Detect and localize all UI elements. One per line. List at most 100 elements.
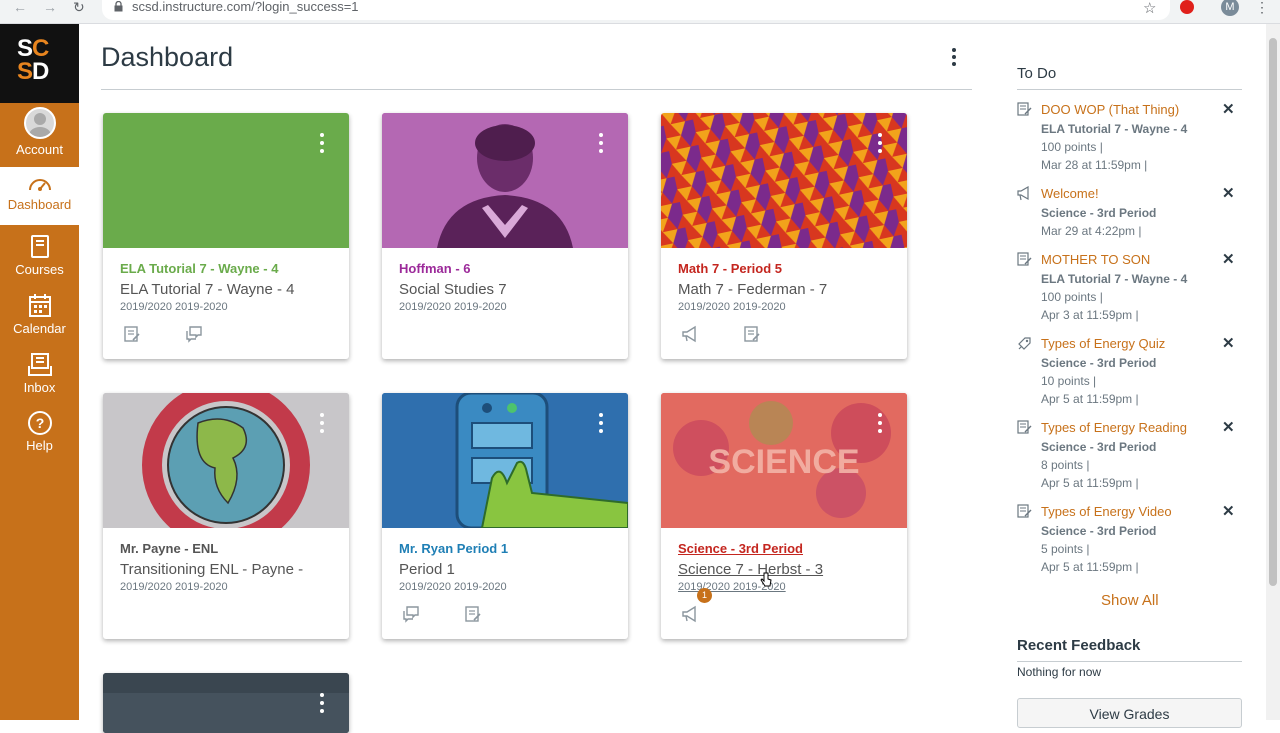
reload-icon[interactable]: ↻ bbox=[73, 0, 85, 18]
dismiss-icon[interactable]: ✕ bbox=[1222, 418, 1235, 436]
course-name[interactable]: Math 7 - Federman - 7 bbox=[678, 281, 827, 298]
course-card-hero[interactable] bbox=[382, 113, 628, 248]
assignments-icon[interactable] bbox=[743, 325, 761, 343]
course-card-hero[interactable] bbox=[103, 113, 349, 248]
todo-course: ELA Tutorial 7 - Wayne - 4 bbox=[1041, 272, 1188, 286]
nav-inbox[interactable]: Inbox bbox=[0, 352, 79, 408]
nav-calendar[interactable]: Calendar bbox=[0, 293, 79, 349]
course-card[interactable]: ELA Tutorial 7 - Wayne - 4 ELA Tutorial … bbox=[103, 113, 349, 359]
course-term: 2019/2020 2019-2020 bbox=[120, 581, 228, 593]
course-card[interactable]: Hoffman - 6 Social Studies 7 2019/2020 2… bbox=[382, 113, 628, 359]
todo-item[interactable]: Types of Energy Reading Science - 3rd Pe… bbox=[1017, 418, 1242, 500]
browser-menu-icon[interactable]: ⋮ bbox=[1255, 0, 1269, 16]
dismiss-icon[interactable]: ✕ bbox=[1222, 100, 1235, 118]
assignments-icon[interactable] bbox=[464, 605, 482, 623]
unread-badge: 1 bbox=[697, 588, 712, 603]
course-card[interactable]: SCIENCE Science - 3rd Period Science 7 -… bbox=[661, 393, 907, 639]
todo-title[interactable]: Types of Energy Quiz bbox=[1041, 336, 1165, 351]
nav-dashboard[interactable]: Dashboard bbox=[0, 167, 79, 225]
course-card-hero[interactable] bbox=[103, 393, 349, 528]
dismiss-icon[interactable]: ✕ bbox=[1222, 184, 1235, 202]
assignment-icon bbox=[1017, 252, 1032, 266]
card-options-icon[interactable] bbox=[877, 133, 883, 153]
todo-divider bbox=[1017, 89, 1242, 90]
course-card-hero[interactable] bbox=[382, 393, 628, 528]
announcements-icon[interactable] bbox=[681, 605, 699, 623]
todo-title[interactable]: MOTHER TO SON bbox=[1041, 252, 1150, 267]
course-code[interactable]: Mr. Ryan Period 1 bbox=[399, 541, 508, 556]
course-code[interactable]: ELA Tutorial 7 - Wayne - 4 bbox=[120, 261, 278, 276]
quiz-rocket-icon bbox=[1018, 337, 1031, 350]
view-grades-button[interactable]: View Grades bbox=[1017, 698, 1242, 728]
assignment-icon bbox=[1017, 420, 1032, 434]
course-code[interactable]: Hoffman - 6 bbox=[399, 261, 471, 276]
page-title: Dashboard bbox=[101, 42, 234, 72]
discussions-icon[interactable] bbox=[402, 605, 420, 623]
course-name[interactable]: Transitioning ENL - Payne - bbox=[120, 561, 303, 578]
course-card-hero[interactable] bbox=[661, 113, 907, 248]
todo-due: Apr 5 at 11:59pm | bbox=[1041, 392, 1139, 406]
todo-item[interactable]: DOO WOP (That Thing) ELA Tutorial 7 - Wa… bbox=[1017, 100, 1242, 182]
assignment-icon bbox=[1017, 504, 1032, 518]
course-card-hero[interactable] bbox=[103, 673, 349, 733]
account-avatar bbox=[23, 107, 56, 139]
card-actions bbox=[123, 325, 243, 345]
recent-feedback-heading: Recent Feedback bbox=[1017, 637, 1141, 654]
announcements-icon[interactable] bbox=[681, 325, 699, 343]
course-name[interactable]: Science 7 - Herbst - 3 bbox=[678, 561, 823, 578]
nav-courses[interactable]: Courses bbox=[0, 234, 79, 290]
extension-icon[interactable] bbox=[1180, 0, 1194, 14]
school-logo[interactable]: SC SD bbox=[0, 24, 79, 103]
todo-course: Science - 3rd Period bbox=[1041, 524, 1157, 538]
course-card[interactable]: Mr. Payne - ENL Transitioning ENL - Payn… bbox=[103, 393, 349, 639]
card-options-icon[interactable] bbox=[319, 413, 325, 433]
todo-title[interactable]: Welcome! bbox=[1041, 186, 1099, 201]
course-code[interactable]: Science - 3rd Period bbox=[678, 541, 803, 556]
show-all-link[interactable]: Show All bbox=[1101, 592, 1159, 609]
course-name[interactable]: Social Studies 7 bbox=[399, 281, 507, 298]
dismiss-icon[interactable]: ✕ bbox=[1222, 334, 1235, 352]
todo-title[interactable]: Types of Energy Reading bbox=[1041, 420, 1187, 435]
card-options-icon[interactable] bbox=[598, 413, 604, 433]
course-code[interactable]: Math 7 - Period 5 bbox=[678, 261, 782, 276]
course-card[interactable]: Mr. Ryan Period 1 Period 1 2019/2020 201… bbox=[382, 393, 628, 639]
nav-help[interactable]: ? Help bbox=[0, 410, 79, 466]
profile-avatar[interactable]: M bbox=[1221, 0, 1239, 16]
todo-item[interactable]: Types of Energy Video Science - 3rd Peri… bbox=[1017, 502, 1242, 584]
todo-points: 8 points | bbox=[1041, 458, 1090, 472]
url-text: scsd.instructure.com/?login_success=1 bbox=[132, 0, 359, 14]
page-scrollbar[interactable] bbox=[1266, 24, 1280, 720]
course-image bbox=[103, 673, 349, 733]
course-name[interactable]: Period 1 bbox=[399, 561, 455, 578]
discussions-icon[interactable] bbox=[185, 325, 203, 343]
hand-cursor-icon bbox=[760, 572, 772, 587]
card-options-icon[interactable] bbox=[877, 413, 883, 433]
course-card[interactable] bbox=[103, 673, 349, 733]
todo-item[interactable]: MOTHER TO SON ELA Tutorial 7 - Wayne - 4… bbox=[1017, 250, 1242, 332]
todo-item[interactable]: Types of Energy Quiz Science - 3rd Perio… bbox=[1017, 334, 1242, 416]
todo-course: Science - 3rd Period bbox=[1041, 440, 1157, 454]
course-card[interactable]: Math 7 - Period 5 Math 7 - Federman - 7 … bbox=[661, 113, 907, 359]
back-icon[interactable]: ← bbox=[13, 0, 27, 18]
card-options-icon[interactable] bbox=[319, 133, 325, 153]
card-options-icon[interactable] bbox=[598, 133, 604, 153]
forward-icon[interactable]: → bbox=[43, 0, 57, 18]
courses-book-icon bbox=[30, 235, 49, 258]
todo-points: 100 points | bbox=[1041, 290, 1103, 304]
bookmark-star-icon[interactable]: ☆ bbox=[1143, 0, 1156, 17]
nav-account[interactable]: Account bbox=[0, 107, 79, 163]
dismiss-icon[interactable]: ✕ bbox=[1222, 502, 1235, 520]
todo-course: Science - 3rd Period bbox=[1041, 206, 1157, 220]
dashboard-options-icon[interactable] bbox=[946, 46, 962, 68]
recent-feedback-empty: Nothing for now bbox=[1017, 665, 1102, 679]
todo-title[interactable]: DOO WOP (That Thing) bbox=[1041, 102, 1179, 117]
card-actions bbox=[681, 605, 739, 625]
card-options-icon[interactable] bbox=[319, 693, 325, 713]
course-name[interactable]: ELA Tutorial 7 - Wayne - 4 bbox=[120, 281, 295, 298]
dismiss-icon[interactable]: ✕ bbox=[1222, 250, 1235, 268]
scrollbar-thumb[interactable] bbox=[1269, 38, 1277, 586]
course-card-hero[interactable]: SCIENCE bbox=[661, 393, 907, 528]
assignments-icon[interactable] bbox=[123, 325, 141, 343]
course-code[interactable]: Mr. Payne - ENL bbox=[120, 541, 218, 556]
todo-title[interactable]: Types of Energy Video bbox=[1041, 504, 1172, 519]
